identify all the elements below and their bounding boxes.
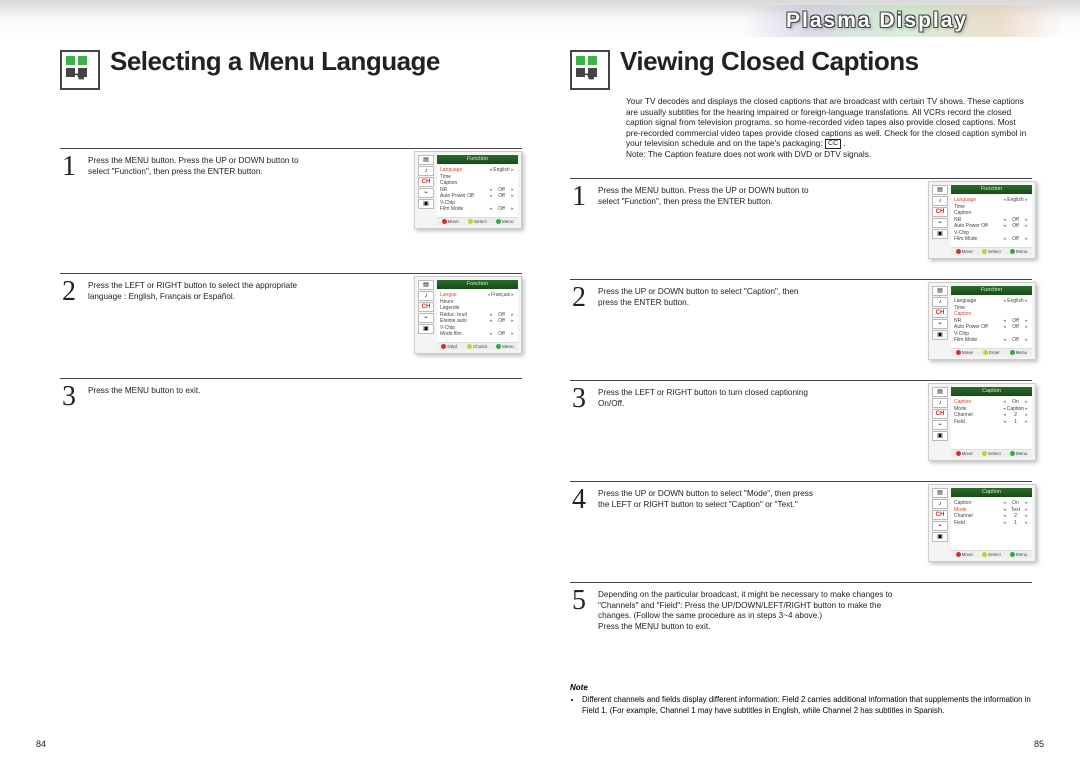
page-number-left: 84 [36,739,46,749]
step-text: Press the UP or DOWN button to select "C… [598,284,818,308]
screenshot: ▤♪CH⌁▣ Function Language◂English▸TimeCap… [928,282,1036,360]
step-number: 2 [60,278,78,306]
left-page: ☚ Selecting a Menu Language 1 Press the … [60,48,522,743]
screenshot: ▤♪CH⌁▣ Fonction Langue◂Français▸HeureLég… [414,276,522,354]
page-number-right: 85 [1034,739,1044,749]
screenshot: ▤♪CH⌁▣ Function Language◂English▸TimeCap… [928,181,1036,259]
step-text: Press the MENU button to exit. [88,383,308,397]
step-number: 1 [570,183,588,211]
screenshot: ▤♪CH⌁▣ Function Language◂English▸TimeCap… [414,151,522,229]
note-text: Different channels and fields display di… [582,695,1032,715]
step-text: Depending on the particular broadcast, i… [598,587,898,633]
step-text: Press the UP or DOWN button to select "M… [598,486,818,510]
step-number: 4 [570,486,588,514]
section-icon: ☚ [60,50,100,90]
screenshot: ▤♪CH⌁▣ Caption Caption◂On▸Mode◂Text▸Chan… [928,484,1036,562]
step-text: Press the LEFT or RIGHT button to turn c… [598,385,818,409]
right-page: ☚ Viewing Closed Captions Your TV decode… [570,48,1032,743]
step-text: Press the MENU button. Press the UP or D… [88,153,308,177]
step-text: Press the MENU button. Press the UP or D… [598,183,818,207]
section-icon: ☚ [570,50,610,90]
step-number: 3 [60,383,78,411]
step-number: 5 [570,587,588,615]
note-block: Note Different channels and fields displ… [570,683,1032,716]
step-number: 2 [570,284,588,312]
hand-icon: ☚ [583,69,599,85]
step-text: Press the LEFT or RIGHT button to select… [88,278,308,302]
screenshot: ▤♪CH⌁▣ Caption Caption◂On▸Mode◂Caption▸C… [928,383,1036,461]
step-number: 3 [570,385,588,413]
hand-icon: ☚ [73,69,89,85]
step-number: 1 [60,153,78,181]
note-label: Note [570,683,588,692]
right-title: Viewing Closed Captions [620,48,1032,75]
intro-paragraph: Your TV decodes and displays the closed … [626,96,1032,160]
left-title: Selecting a Menu Language [110,48,440,75]
cc-icon: CC [825,139,841,149]
